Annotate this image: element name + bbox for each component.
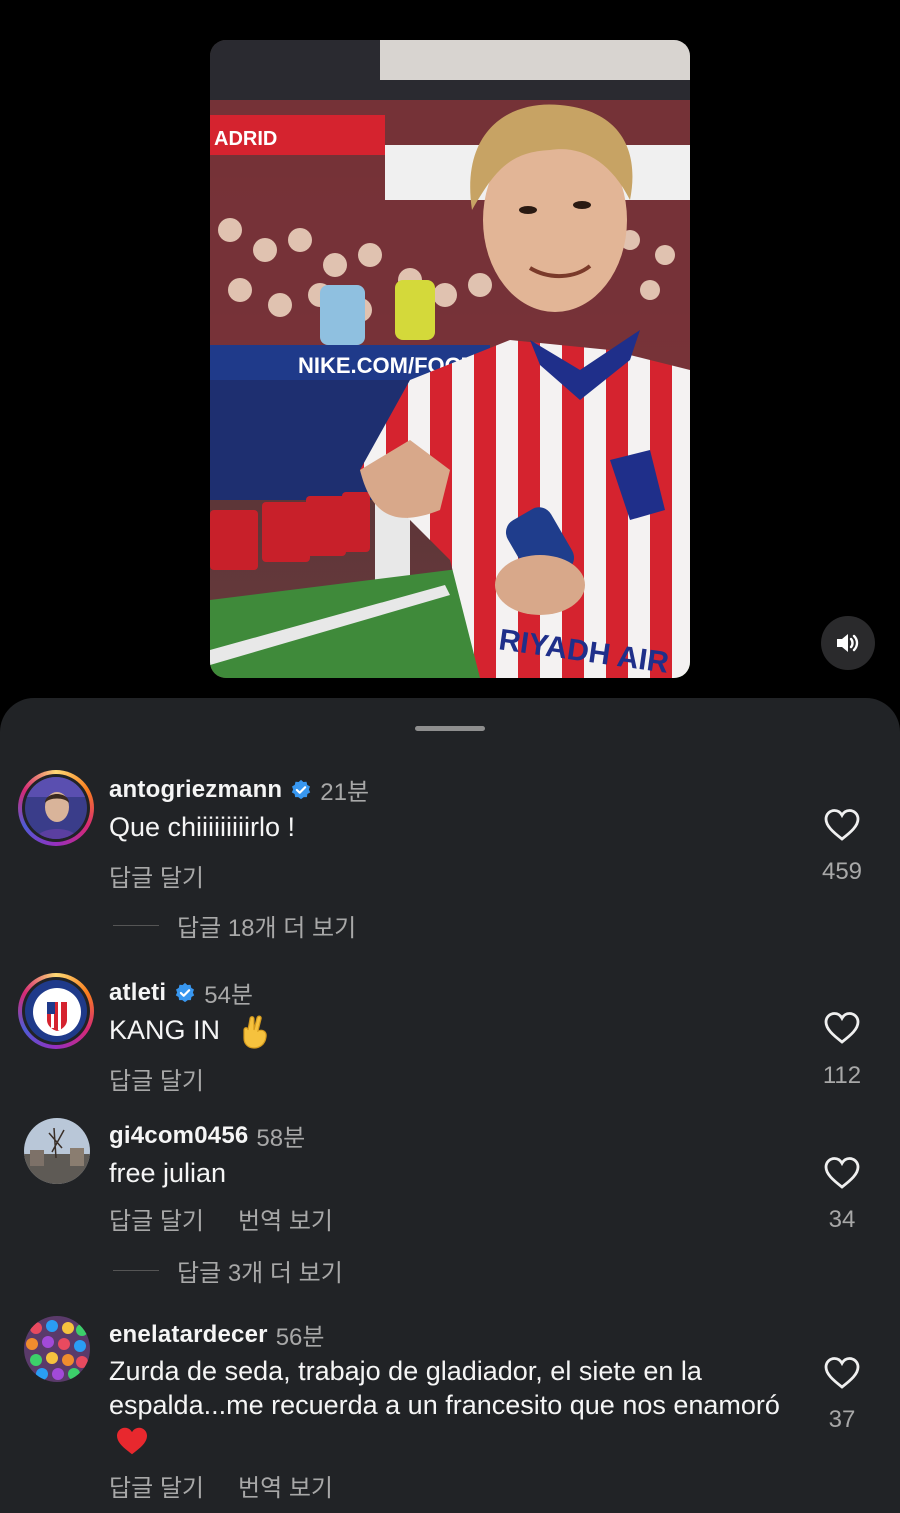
comment-text: KANG IN: [109, 1015, 221, 1045]
comment-text-row: KANG IN: [109, 1013, 799, 1049]
like-count: 112: [822, 1062, 862, 1089]
comment-time: 21분: [320, 779, 370, 806]
comment-time: 58분: [256, 1125, 306, 1152]
divider-line: [113, 1270, 159, 1271]
heart-icon[interactable]: [823, 1356, 861, 1390]
volume-button[interactable]: [821, 616, 875, 670]
comment-text: Zurda de seda, trabajo de gladiador, el …: [109, 1356, 780, 1420]
sheet-drag-handle[interactable]: [415, 726, 485, 731]
see-translation-button[interactable]: 번역 보기: [238, 1468, 333, 1503]
comments-sheet: antogriezmann 21분 Que chiiiiiiiiirlo ! 답…: [0, 698, 900, 1513]
reply-button[interactable]: 답글 달기: [109, 1468, 204, 1503]
avatar[interactable]: [24, 1118, 90, 1184]
comment-username[interactable]: enelatardecer: [109, 1321, 268, 1349]
view-more-replies-label: 답글 18개 더 보기: [177, 915, 357, 942]
view-more-replies[interactable]: 답글 3개 더 보기: [113, 1253, 343, 1288]
heart-icon[interactable]: [823, 808, 861, 842]
verified-badge-icon: [292, 779, 311, 799]
heart-icon[interactable]: [823, 1011, 861, 1045]
comment-time: 56분: [275, 1324, 325, 1351]
reply-button[interactable]: 답글 달기: [109, 1061, 204, 1096]
reply-button[interactable]: 답글 달기: [109, 1201, 204, 1236]
comment-username[interactable]: gi4com0456: [109, 1122, 248, 1150]
divider-line: [113, 925, 159, 926]
stadium-banner-text: ADRID: [214, 128, 277, 150]
avatar[interactable]: [18, 770, 94, 846]
view-more-replies-label: 답글 3개 더 보기: [177, 1260, 343, 1287]
comment-text: Que chiiiiiiiiirlo !: [109, 812, 296, 842]
like-count: 34: [828, 1206, 856, 1233]
comment-text: free julian: [109, 1158, 227, 1188]
comment-text-row: Zurda de seda, trabajo de gladiador, el …: [109, 1354, 799, 1456]
speaker-icon: [837, 634, 859, 652]
crossed-fingers-emoji: [242, 1015, 267, 1049]
heart-icon[interactable]: [823, 1156, 861, 1190]
verified-badge-icon: [176, 982, 195, 1002]
red-heart-emoji: [117, 1427, 147, 1455]
comment-time: 54분: [204, 982, 253, 1009]
reel-video[interactable]: ADRID NIKE.COM/FOOTBALL RIYADH AIR: [210, 40, 690, 678]
video-area: ADRID NIKE.COM/FOOTBALL RIYADH AIR: [0, 0, 900, 700]
comment-username[interactable]: atleti: [109, 979, 166, 1007]
avatar[interactable]: [18, 973, 94, 1049]
comment-username[interactable]: antogriezmann: [109, 776, 282, 804]
avatar[interactable]: [24, 1316, 90, 1382]
view-more-replies[interactable]: 답글 18개 더 보기: [113, 908, 356, 943]
reply-button[interactable]: 답글 달기: [109, 858, 204, 893]
like-count: 459: [821, 858, 863, 885]
like-count: 37: [828, 1406, 856, 1433]
see-translation-button[interactable]: 번역 보기: [238, 1201, 333, 1236]
